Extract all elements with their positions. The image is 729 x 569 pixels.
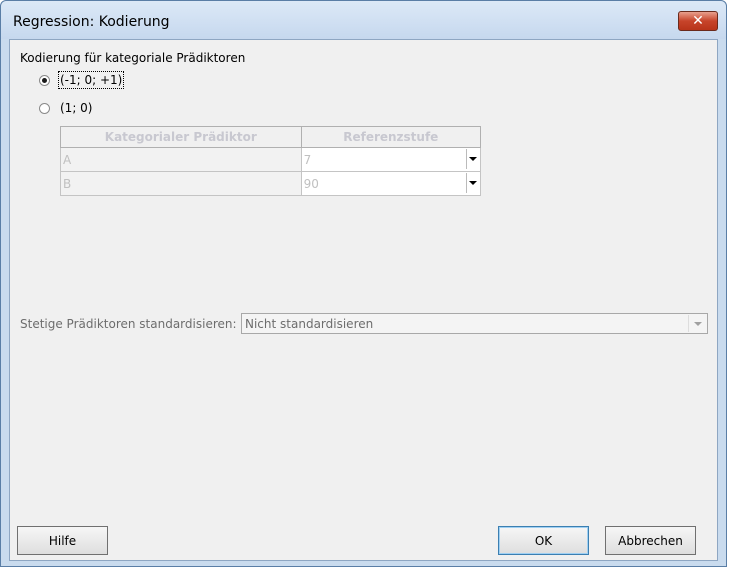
ok-button[interactable]: OK (498, 526, 589, 555)
coding-group-label: Kodierung für kategoriale Prädiktoren (20, 51, 246, 65)
radio-selected-icon[interactable] (39, 74, 50, 86)
table-row: B 90 (60, 171, 482, 196)
close-button[interactable]: ✕ (678, 11, 718, 31)
dialog-client-area: Kodierung für kategoriale Prädiktoren (-… (9, 39, 718, 561)
radio-label-minus1-0-plus1: (-1; 0; +1) (57, 71, 125, 89)
reference-level-dropdown[interactable]: 7 (300, 147, 482, 172)
radio-coding-minus1-0-plus1[interactable]: (-1; 0; +1) (39, 71, 125, 89)
radio-coding-1-0[interactable]: (1; 0) (39, 99, 93, 117)
reference-level-grid: Kategorialer Prädiktor Referenzstufe A 7… (60, 126, 482, 196)
help-button[interactable]: Hilfe (17, 526, 108, 555)
chevron-down-icon[interactable] (466, 149, 479, 169)
radio-label-1-0: (1; 0) (60, 101, 93, 115)
close-icon: ✕ (692, 13, 704, 29)
reference-level-value: 90 (303, 176, 319, 191)
standardize-label: Stetige Prädiktoren standardisieren: (20, 317, 237, 331)
standardize-dropdown[interactable]: Nicht standardisieren (241, 313, 708, 334)
standardize-value: Nicht standardisieren (245, 317, 374, 331)
table-row: A 7 (60, 147, 482, 172)
title-bar[interactable]: Regression: Kodierung ✕ (1, 1, 726, 39)
chevron-down-icon[interactable] (688, 315, 706, 332)
reference-level-dropdown[interactable]: 90 (300, 171, 482, 196)
radio-unselected-icon[interactable] (39, 102, 50, 114)
predictor-cell: A (60, 147, 302, 172)
window-title: Regression: Kodierung (13, 14, 170, 30)
reference-level-value: 7 (303, 152, 312, 167)
column-header-reference: Referenzstufe (300, 126, 482, 148)
dialog-window: Regression: Kodierung ✕ Kodierung für ka… (0, 0, 727, 567)
column-header-predictor: Kategorialer Prädiktor (60, 126, 302, 148)
cancel-button[interactable]: Abbrechen (605, 526, 696, 555)
chevron-down-icon[interactable] (466, 173, 479, 193)
predictor-cell: B (60, 171, 302, 196)
